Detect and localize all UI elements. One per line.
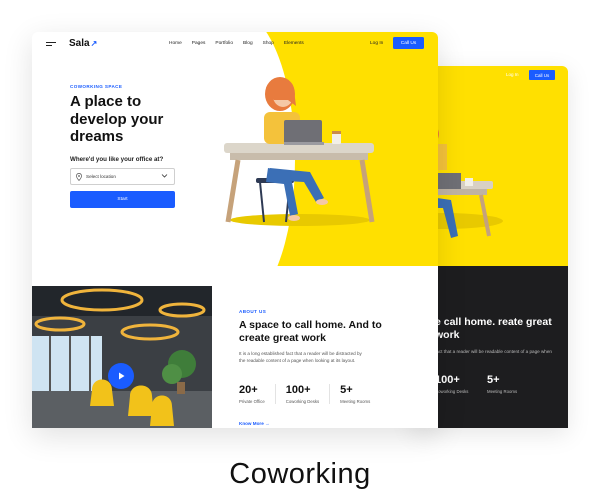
hamburger-menu-icon[interactable] <box>46 42 56 48</box>
location-select-value: Select location <box>86 174 116 179</box>
office-photo <box>32 286 212 428</box>
about-eyebrow: ABOUT US <box>239 309 267 314</box>
logo[interactable]: Sala↗ <box>69 38 97 49</box>
back-paragraph: fact that a reader will be readable cont… <box>435 349 552 354</box>
nav-link-shop[interactable]: Shop <box>263 41 274 46</box>
showcase-stage: Log In Call Us e call home. reate great … <box>0 0 600 440</box>
showcase-caption: Coworking <box>229 458 371 490</box>
stat-private-office: 20+ Private Office <box>239 384 276 404</box>
know-more-link[interactable]: Know More → <box>239 421 270 426</box>
back-stat-rooms: 5+ Meeting Rooms <box>487 374 518 394</box>
nav-link-pages[interactable]: Pages <box>192 41 206 46</box>
back-login-link[interactable]: Log In <box>506 72 519 77</box>
login-link[interactable]: Log In <box>370 41 383 46</box>
back-heading: e call home. reate great work <box>435 316 552 341</box>
about-title: A space to call home. And to create grea… <box>239 319 382 344</box>
stats-row: 20+ Private Office 100+ Coworking Desks … <box>239 384 390 404</box>
nav-links: Home Pages Portfolio Blog Shop Elements <box>169 41 314 46</box>
nav-link-home[interactable]: Home <box>169 41 182 46</box>
nav-link-elements[interactable]: Elements <box>284 41 304 46</box>
video-play-button[interactable] <box>108 363 134 389</box>
back-stats: 100+ Coworking Desks 5+ Meeting Rooms <box>435 374 539 394</box>
hero-title: A place to develop your dreams <box>70 93 164 145</box>
top-nav: Sala↗ Home Pages Portfolio Blog Shop Ele… <box>32 32 438 56</box>
location-pin-icon <box>76 173 82 181</box>
back-stat-desks: 100+ Coworking Desks <box>435 374 469 394</box>
nav-link-blog[interactable]: Blog <box>243 41 253 46</box>
back-call-button[interactable]: Call Us <box>529 70 555 80</box>
hero-illustration <box>224 77 375 226</box>
stat-meeting-rooms: 5+ Meeting Rooms <box>340 384 371 404</box>
logo-arrow-icon: ↗ <box>90 39 98 48</box>
front-page-preview: Sala↗ Home Pages Portfolio Blog Shop Ele… <box>32 32 438 428</box>
play-icon <box>119 372 125 380</box>
chevron-down-icon <box>161 174 168 178</box>
nav-link-portfolio[interactable]: Portfolio <box>215 41 233 46</box>
arrow-right-icon: → <box>265 421 270 426</box>
call-us-button[interactable]: Call Us <box>393 37 424 49</box>
stat-coworking-desks: 100+ Coworking Desks <box>286 384 331 404</box>
location-select[interactable]: Select location <box>70 168 175 185</box>
about-paragraph: It is a long established fact that a rea… <box>239 351 362 363</box>
hero-eyebrow: COWORKING SPACE <box>70 84 123 89</box>
start-button[interactable]: Start <box>70 191 175 208</box>
hero-question: Where'd you like your office at? <box>70 156 164 163</box>
